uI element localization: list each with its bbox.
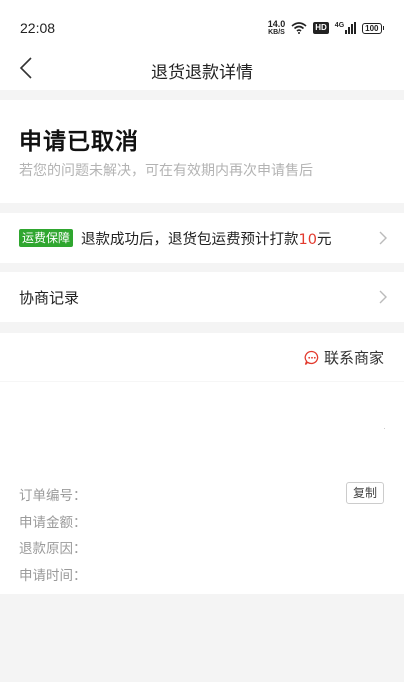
section-gap <box>0 263 404 272</box>
shipping-guarantee-badge: 运费保障 <box>19 229 74 247</box>
chevron-right-icon <box>379 231 387 245</box>
bottom-area <box>0 594 404 682</box>
copy-button[interactable]: 复制 <box>345 482 384 504</box>
negotiation-record-row[interactable]: 协商记录 <box>0 272 404 322</box>
page-title: 退货退款详情 <box>151 63 253 83</box>
status-icons: 14.0 KB/S HD 4G 100 <box>268 20 384 36</box>
negotiation-record-label: 协商记录 <box>19 288 80 307</box>
status-bar: 22:08 14.0 KB/S HD 4G 100 <box>0 0 404 44</box>
apply-amount-label: 申请金额： <box>19 515 87 531</box>
chat-icon <box>304 350 319 365</box>
refund-reason-label: 退款原因： <box>19 541 87 557</box>
section-gap <box>0 203 404 213</box>
signal-icon: 4G <box>335 22 357 34</box>
contact-merchant-button[interactable]: 联系商家 <box>304 347 384 368</box>
hd-icon: HD <box>313 22 329 34</box>
chevron-right-icon <box>379 290 387 304</box>
contact-merchant-label: 联系商家 <box>323 349 384 367</box>
contact-row: 联系商家 <box>0 333 404 381</box>
section-gap <box>0 90 404 100</box>
status-subtitle: 若您的问题未解决，可在有效期内再次申请售后 <box>19 163 313 179</box>
shipping-guarantee-text: 退款成功后，退货包运费预计打款10元 <box>81 231 332 248</box>
section-gap <box>0 322 404 333</box>
refund-status-section: 申请已取消 若您的问题未解决，可在有效期内再次申请售后 <box>0 100 404 210</box>
refund-shipping-amount: 10 <box>298 231 317 248</box>
network-speed: 14.0 KB/S <box>267 19 286 37</box>
decorative-dot <box>384 428 385 429</box>
status-title: 申请已取消 <box>19 129 139 155</box>
wifi-icon <box>291 22 307 34</box>
shipping-guarantee-row[interactable]: 运费保障 退款成功后，退货包运费预计打款10元 <box>0 213 404 263</box>
divider <box>0 381 404 382</box>
nav-bar: 退货退款详情 <box>0 48 404 88</box>
apply-time-label: 申请时间： <box>19 568 87 584</box>
status-time: 22:08 <box>20 20 56 36</box>
order-number-label: 订单编号： <box>19 488 87 504</box>
battery-icon: 100 <box>362 22 384 34</box>
